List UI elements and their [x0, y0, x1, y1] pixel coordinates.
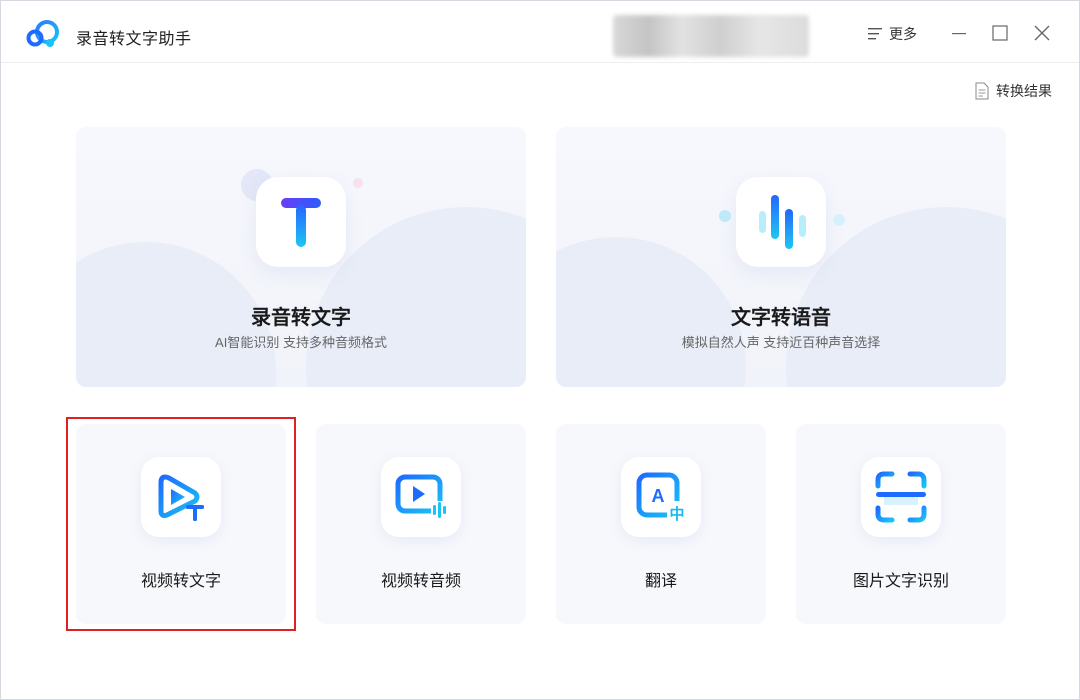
close-button[interactable]: [1030, 21, 1054, 45]
title-bar: 录音转文字助手 更多: [1, 1, 1079, 63]
card-audio-to-text[interactable]: 录音转文字 AI智能识别 支持多种音频格式: [76, 127, 526, 387]
document-icon: [975, 82, 989, 100]
scan-ocr-icon: [861, 457, 941, 537]
conversion-results-label: 转换结果: [996, 83, 1052, 99]
card-image-text-recognition[interactable]: 图片文字识别: [796, 424, 1006, 624]
card-title: 视频转音频: [380, 573, 461, 590]
text-t-icon: [256, 177, 346, 267]
card-subtitle: 模拟自然人声 支持近百种声音选择: [681, 335, 881, 350]
more-menu-button[interactable]: 更多: [867, 23, 917, 45]
menu-lines-icon: [868, 28, 882, 40]
more-label: 更多: [889, 26, 917, 42]
minimize-button[interactable]: [947, 21, 971, 45]
svg-text:中: 中: [669, 505, 684, 523]
conversion-results-link[interactable]: 转换结果: [974, 81, 1052, 101]
decor-dot: [833, 214, 845, 226]
app-window: 录音转文字助手 更多 转换结果 录音转文字 AI智能识别 支持多种音频格式 文字…: [0, 0, 1080, 700]
card-title: 翻译: [644, 573, 677, 590]
card-text-to-speech[interactable]: 文字转语音 模拟自然人声 支持近百种声音选择: [556, 127, 1006, 387]
audio-wave-icon: [736, 177, 826, 267]
maximize-button[interactable]: [988, 21, 1012, 45]
card-title: 文字转语音: [731, 307, 831, 329]
video-to-text-icon: [141, 457, 221, 537]
user-account-area[interactable]: [613, 15, 809, 57]
decor-dot: [353, 178, 363, 188]
card-title: 图片文字识别: [852, 573, 949, 590]
app-title: 录音转文字助手: [76, 31, 192, 48]
card-title: 视频转文字: [140, 573, 221, 590]
card-title: 录音转文字: [251, 307, 351, 329]
svg-text:A: A: [652, 486, 665, 506]
card-video-to-text[interactable]: 视频转文字: [76, 424, 286, 624]
card-video-to-audio[interactable]: 视频转音频: [316, 424, 526, 624]
app-logo-icon: [26, 20, 59, 47]
decor-dot: [719, 210, 731, 222]
card-translate[interactable]: A 中 翻译: [556, 424, 766, 624]
translate-icon: A 中: [621, 457, 701, 537]
video-to-audio-icon: [381, 457, 461, 537]
card-subtitle: AI智能识别 支持多种音频格式: [215, 335, 387, 350]
